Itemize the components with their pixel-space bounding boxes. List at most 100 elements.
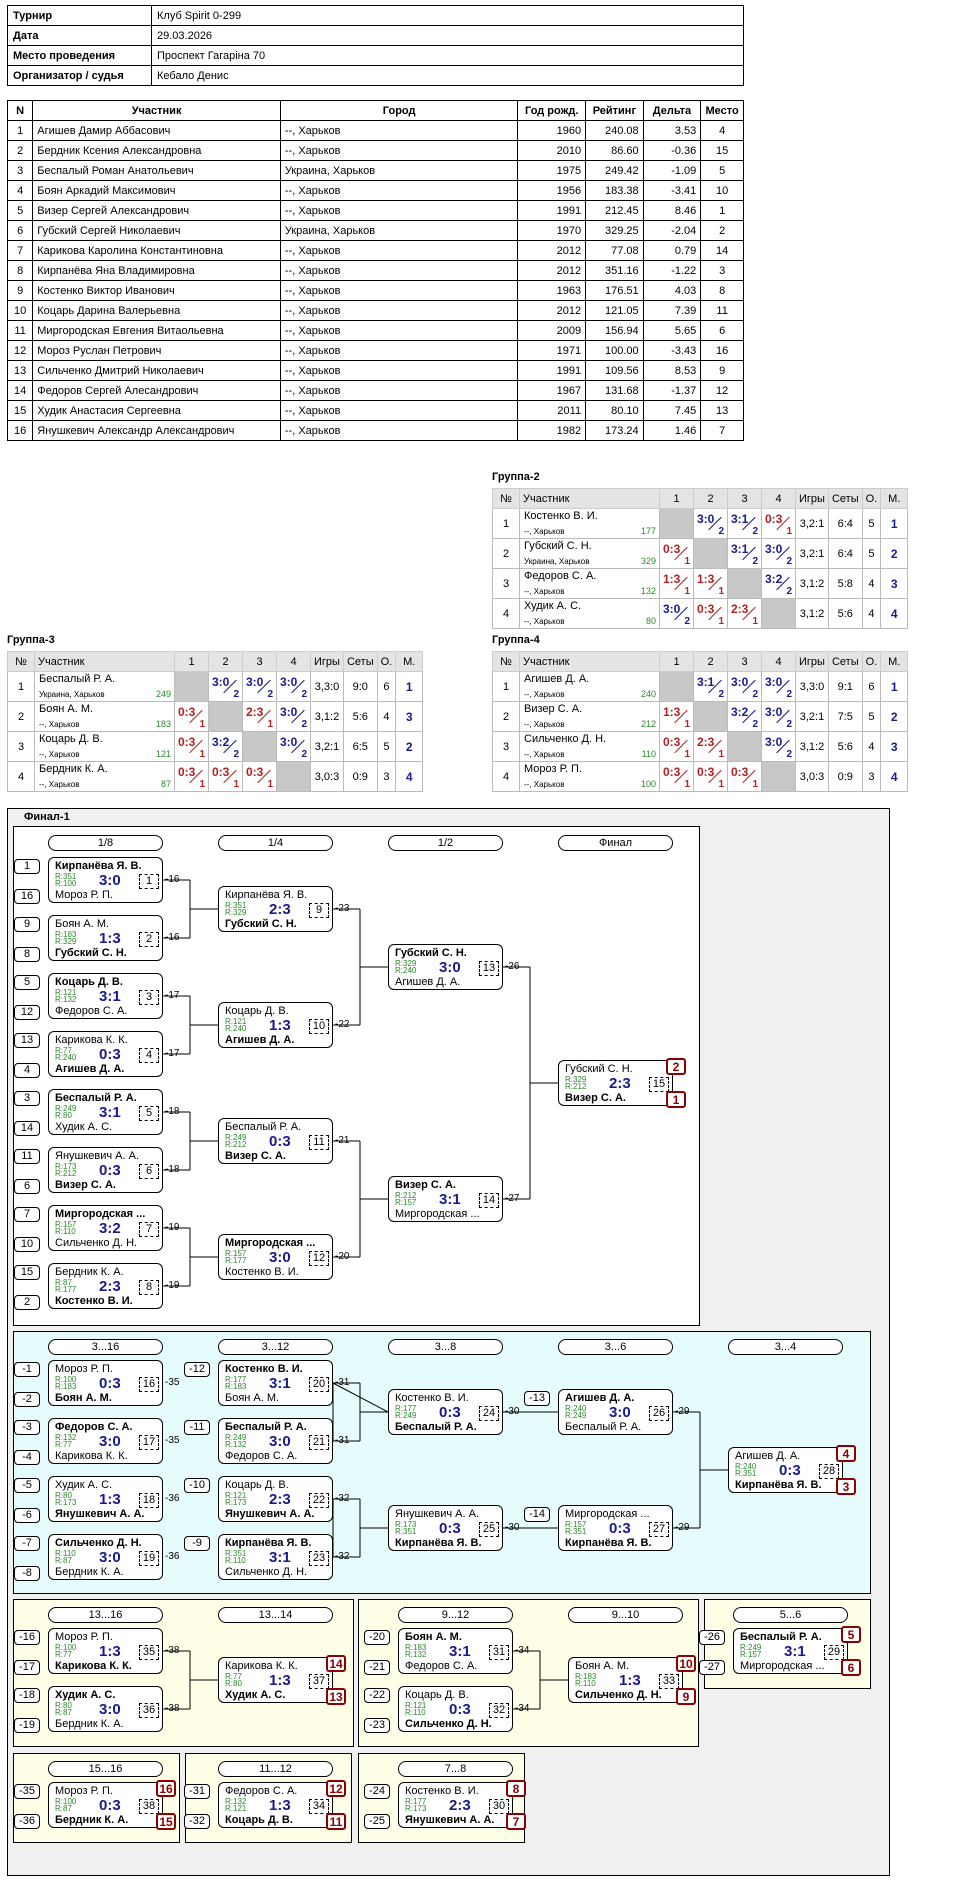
player-2-rating: R:77 bbox=[55, 1650, 72, 1659]
player-1-name: Беспалый Р. А. bbox=[55, 1092, 137, 1104]
table-cell: 351.16 bbox=[585, 260, 644, 281]
table-cell: 3.53 bbox=[642, 120, 702, 141]
table-cell: 183.38 bbox=[585, 180, 644, 201]
player-rating: 249 bbox=[155, 689, 171, 699]
player-2-name: Костенко В. И. bbox=[55, 1295, 133, 1307]
table-cell: 1982 bbox=[517, 420, 587, 441]
player-2-rating: R:212 bbox=[225, 1140, 247, 1149]
group-column-header: М. bbox=[395, 651, 424, 672]
player-2-rating: R:177 bbox=[55, 1285, 77, 1294]
next-match-ref: -20 bbox=[335, 1251, 350, 1262]
match-box: Миргородская ... R:157 R:110 3:2 7 Сильченко … bbox=[48, 1205, 163, 1251]
seed-number: -10 bbox=[184, 1478, 210, 1493]
seed-number: 15 bbox=[14, 1265, 40, 1280]
match-number: 19 bbox=[139, 1551, 159, 1566]
points: 6 bbox=[861, 671, 882, 702]
table-cell: 1991 bbox=[517, 200, 587, 221]
player-rating: 132 bbox=[640, 586, 656, 596]
self-cell bbox=[208, 701, 243, 732]
group-row: 4 Бердник К. А. --, Харьков 87 0:3 1 0:3 1 0:3 1 3… bbox=[7, 761, 424, 792]
player-2-name: Янушкевич А. А. bbox=[225, 1508, 315, 1520]
player-name: Костенко В. И. bbox=[524, 510, 598, 522]
table-cell: 1967 bbox=[517, 380, 587, 401]
games: 3,1:2 bbox=[310, 701, 344, 732]
player-2-rating: R:80 bbox=[55, 1111, 72, 1120]
match-number: 36 bbox=[139, 1703, 159, 1718]
next-match-ref: -35 bbox=[165, 1435, 180, 1446]
match-result: 0:3 1 bbox=[659, 761, 694, 792]
table-cell: 121.05 bbox=[585, 300, 644, 321]
group-column-header: О. bbox=[861, 651, 882, 672]
table-cell: 7.45 bbox=[642, 400, 702, 421]
player-rating: 80 bbox=[645, 616, 656, 626]
sets-won: 0:3 bbox=[246, 765, 264, 779]
player-1-name: Коцарь Д. В. bbox=[55, 976, 123, 988]
player-city: --, Харьков bbox=[39, 750, 80, 759]
games: 3,0:3 bbox=[795, 761, 829, 792]
player-1-name: Карикова К. К. bbox=[55, 1034, 128, 1046]
seed-number: 14 bbox=[14, 1121, 40, 1136]
match-result: 0:3 1 bbox=[693, 598, 728, 629]
seed-number: -19 bbox=[14, 1718, 40, 1733]
group-column-header: Сеты bbox=[827, 651, 863, 672]
table-cell: 2012 bbox=[517, 300, 587, 321]
table-cell: --, Харьков bbox=[279, 180, 519, 201]
table-cell: 8 bbox=[6, 260, 34, 281]
seed-number: -4 bbox=[14, 1450, 40, 1465]
group-column-header: 2 bbox=[208, 651, 243, 672]
match-score: 3:0 bbox=[99, 1701, 121, 1718]
seed-number: -8 bbox=[14, 1566, 40, 1581]
place: 3 bbox=[395, 701, 424, 732]
match-number: 22 bbox=[309, 1493, 329, 1508]
group-column-header: 2 bbox=[693, 651, 728, 672]
info-label: Дата bbox=[7, 25, 152, 46]
match-result: 0:3 1 bbox=[693, 761, 728, 792]
player-2-rating: R:240 bbox=[395, 966, 417, 975]
sets-won: 1:3 bbox=[663, 572, 681, 586]
sets-won: 3:1 bbox=[731, 512, 749, 526]
next-match-ref: -16 bbox=[165, 874, 180, 885]
match-number: 34 bbox=[309, 1799, 329, 1814]
player-2-name: Агишев Д. А. bbox=[225, 1034, 295, 1046]
match-box: Губский С. Н. R:329 R:212 2:3 15 Визер С. А. bbox=[558, 1060, 673, 1106]
seed-number: 7 bbox=[14, 1207, 40, 1222]
seed-number: 1 bbox=[14, 859, 40, 874]
match-score: 0:3 bbox=[269, 1133, 291, 1150]
table-cell: --, Харьков bbox=[279, 400, 519, 421]
player-2-name: Бердник К. А. bbox=[55, 1718, 124, 1730]
seed-number: -11 bbox=[184, 1420, 210, 1435]
sets: 0:9 bbox=[827, 761, 863, 792]
match-points: 1 bbox=[718, 586, 724, 597]
match-box: Худик А. С. R:80 R:87 3:0 36 Бердник К. А. bbox=[48, 1686, 163, 1732]
seed-number: 3 bbox=[14, 1091, 40, 1106]
match-points: 1 bbox=[199, 779, 205, 790]
player-2-rating: R:351 bbox=[395, 1527, 417, 1536]
next-match-ref: -30 bbox=[505, 1406, 520, 1417]
table-cell: 15 bbox=[700, 140, 744, 161]
games: 3,1:2 bbox=[795, 731, 829, 762]
player-1-name: Кирпанёва Я. В. bbox=[225, 1537, 312, 1549]
match-result: 3:2 2 bbox=[761, 568, 796, 599]
seed-number: 11 bbox=[14, 1149, 40, 1164]
final-bracket: Финал-1 1/8 1/4 1/2 Финал 3...16 3...12 3...8 3… bbox=[7, 808, 890, 1876]
match-number: 11 bbox=[309, 1135, 329, 1150]
match-score: 3:0 bbox=[269, 1433, 291, 1450]
player-1-name: Беспалый Р. А. bbox=[225, 1121, 302, 1133]
match-points: 1 bbox=[233, 779, 239, 790]
group-column-header: 1 bbox=[174, 651, 209, 672]
player-1-name: Боян А. М. bbox=[575, 1660, 630, 1672]
player-1-name: Агишев Д. А. bbox=[565, 1392, 635, 1404]
next-match-ref: -22 bbox=[335, 1019, 350, 1030]
player-1-name: Янушкевич А. А. bbox=[55, 1150, 140, 1162]
match-box: Кирпанёва Я. В. R:351 R:100 3:0 1 Мороз Р. П. bbox=[48, 857, 163, 903]
sets-won: 0:3 bbox=[697, 765, 715, 779]
table-cell: 1991 bbox=[517, 360, 587, 381]
table-cell: 2010 bbox=[517, 140, 587, 161]
match-box: Губский С. Н. R:329 R:240 3:0 13 Агишев Д. А. bbox=[388, 944, 503, 990]
match-score: 1:3 bbox=[99, 1643, 121, 1660]
table-cell: 2 bbox=[700, 220, 744, 241]
match-box: Коцарь Д. В. R:121 R:240 1:3 10 Агишев Д. А. bbox=[218, 1002, 333, 1048]
next-match-ref: -31 bbox=[335, 1435, 350, 1446]
match-result: 2:3 1 bbox=[242, 701, 277, 732]
info-row: Турнир Клуб Spirit 0-299 bbox=[7, 5, 744, 26]
